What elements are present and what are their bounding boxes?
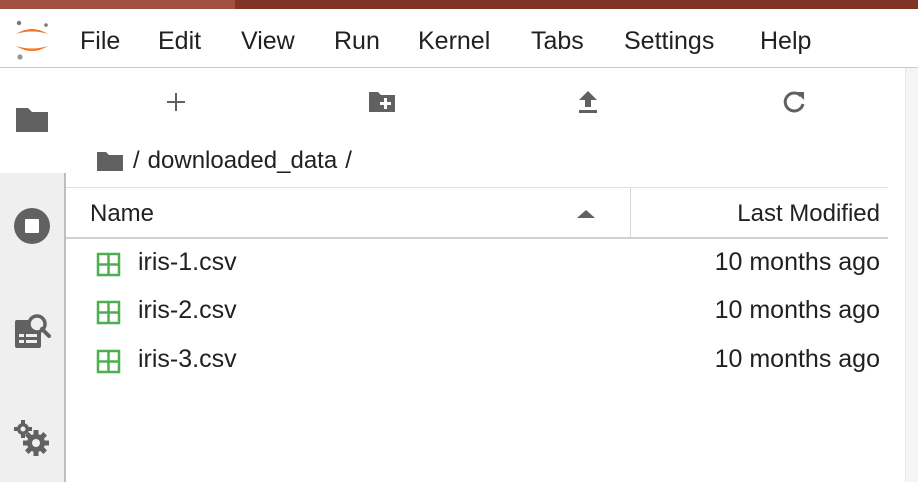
breadcrumb-separator: / <box>345 147 352 174</box>
file-name: iris-1.csv <box>138 248 237 276</box>
file-last-modified: 10 months ago <box>714 345 880 373</box>
vertical-scrollbar[interactable] <box>905 68 918 482</box>
file-row[interactable]: iris-1.csv 10 months ago <box>66 240 888 288</box>
window-top-strip <box>0 0 918 9</box>
menu-view[interactable]: View <box>241 26 295 56</box>
refresh-button[interactable] <box>774 84 814 120</box>
menu-tabs[interactable]: Tabs <box>531 26 584 56</box>
menu-settings[interactable]: Settings <box>624 26 714 56</box>
menu-bar: File Edit View Run Kernel Tabs Settings … <box>0 9 918 68</box>
jupyter-logo-icon <box>16 20 48 60</box>
breadcrumb-folder[interactable]: downloaded_data <box>148 147 338 175</box>
column-header-name[interactable]: Name <box>90 200 154 228</box>
csv-file-icon <box>96 349 121 374</box>
file-row[interactable]: iris-2.csv 10 months ago <box>66 288 888 336</box>
plus-icon <box>167 93 185 111</box>
new-folder-button[interactable] <box>362 84 402 120</box>
column-header-last-modified[interactable]: Last Modified <box>737 200 880 228</box>
file-last-modified: 10 months ago <box>714 296 880 324</box>
new-folder-icon <box>369 92 395 112</box>
menu-edit[interactable]: Edit <box>158 26 201 56</box>
breadcrumb-separator: / <box>133 147 140 174</box>
folder-icon <box>16 108 48 132</box>
csv-file-icon <box>96 252 121 277</box>
refresh-icon <box>783 91 805 113</box>
upload-button[interactable] <box>568 84 608 120</box>
extension-gears-icon[interactable] <box>12 418 52 458</box>
sidebar-tab-file-browser[interactable] <box>0 68 66 173</box>
menu-run[interactable]: Run <box>334 26 380 56</box>
new-launcher-button[interactable] <box>156 84 196 120</box>
file-row[interactable]: iris-3.csv 10 months ago <box>66 337 888 385</box>
sort-ascending-icon[interactable] <box>576 208 596 220</box>
csv-file-icon <box>96 300 121 325</box>
menu-file[interactable]: File <box>80 26 120 56</box>
home-folder-icon[interactable] <box>95 149 125 173</box>
file-name: iris-2.csv <box>138 296 237 324</box>
file-last-modified: 10 months ago <box>714 248 880 276</box>
column-divider[interactable] <box>630 188 631 237</box>
breadcrumb: / downloaded_data / <box>95 144 360 178</box>
running-stop-icon[interactable] <box>12 206 52 246</box>
property-inspector-icon[interactable] <box>12 312 52 352</box>
menu-kernel[interactable]: Kernel <box>418 26 490 56</box>
upload-icon <box>579 91 597 113</box>
menu-help[interactable]: Help <box>760 26 811 56</box>
file-list-header: Name Last Modified <box>66 187 888 239</box>
file-name: iris-3.csv <box>138 345 237 373</box>
